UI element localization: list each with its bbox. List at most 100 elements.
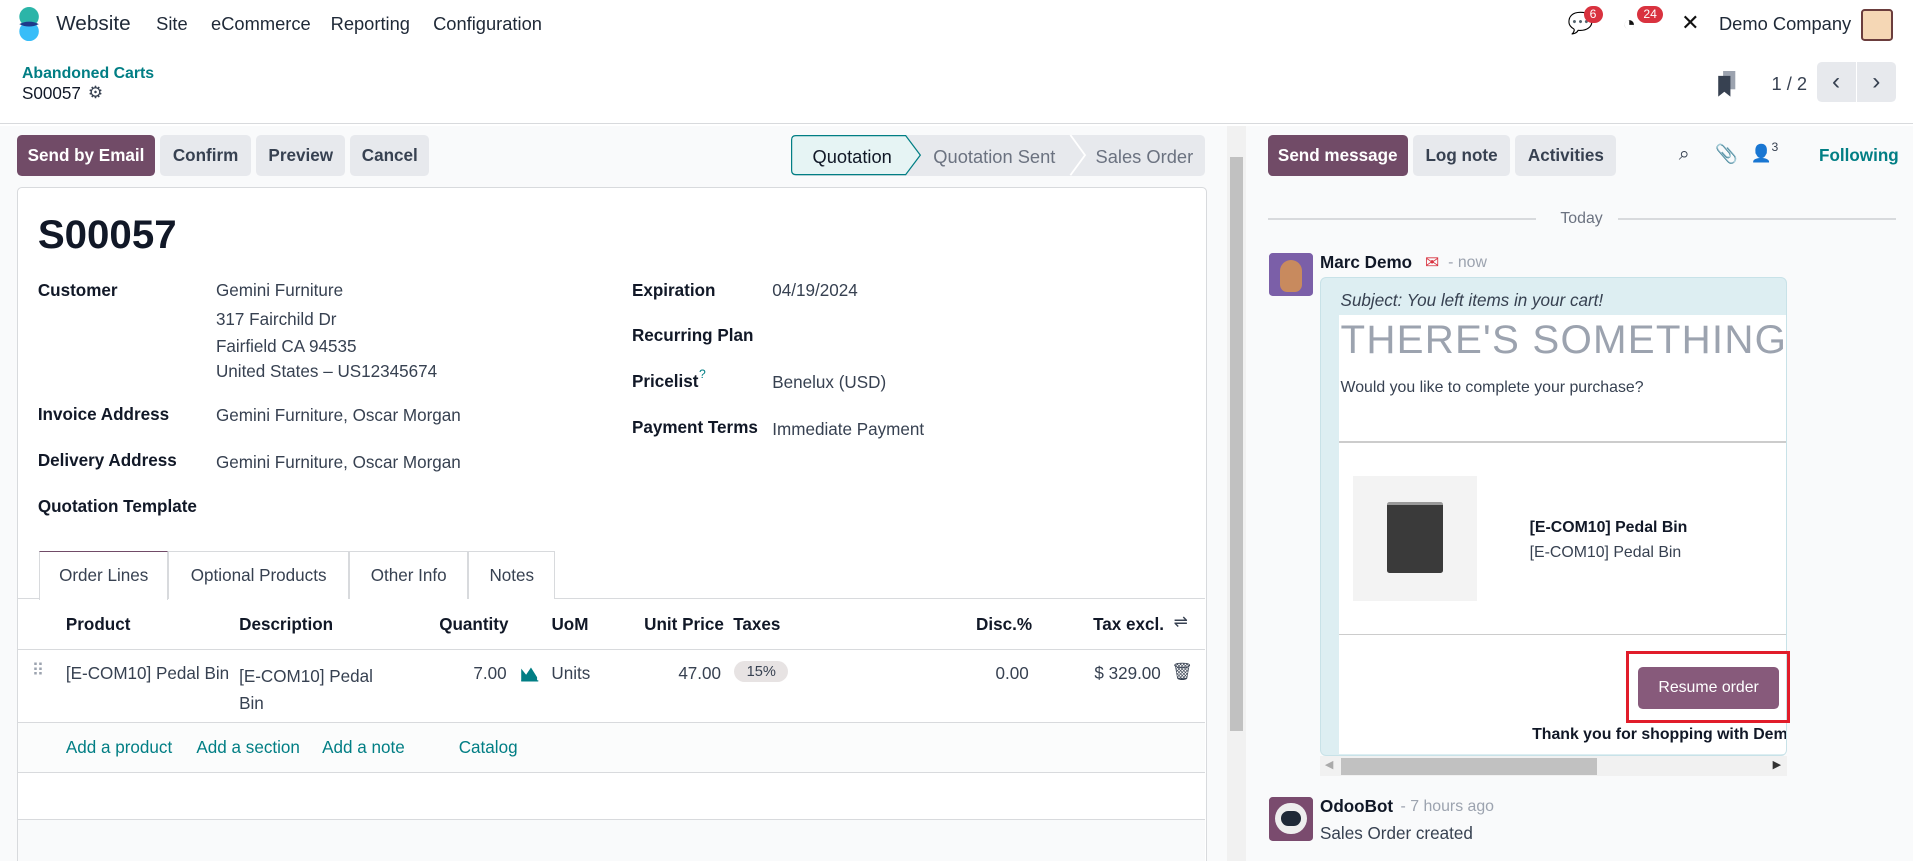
line-description[interactable]: [E-COM10] Pedal Bin xyxy=(239,664,385,718)
invoice-address-field[interactable]: Gemini Furniture, Oscar Morgan xyxy=(216,406,461,426)
gear-icon[interactable]: ⚙ xyxy=(88,83,103,103)
tab-other-info[interactable]: Other Info xyxy=(348,551,469,600)
tab-order-lines[interactable]: Order Lines xyxy=(39,551,169,601)
user-avatar[interactable] xyxy=(1860,8,1894,42)
payment-terms-label: Payment Terms xyxy=(631,418,758,438)
pager-value[interactable]: 1 / 2 xyxy=(1771,73,1807,95)
following-button[interactable]: Following xyxy=(1819,146,1899,166)
stage-quotation[interactable]: Quotation xyxy=(813,146,892,168)
menu-site[interactable]: Site xyxy=(156,13,188,35)
email-divider-2 xyxy=(1339,634,1787,636)
pricelist-help-icon[interactable]: ? xyxy=(699,367,706,381)
col-unit-price[interactable]: Unit Price xyxy=(644,615,724,635)
scrollbar-thumb[interactable] xyxy=(1229,157,1244,731)
col-description[interactable]: Description xyxy=(239,615,333,635)
line-product[interactable]: [E-COM10] Pedal Bin xyxy=(66,664,229,684)
email-subject: Subject: You left items in your cart! xyxy=(1340,291,1604,311)
resume-order-button[interactable]: Resume order xyxy=(1638,667,1779,709)
tab-optional-products[interactable]: Optional Products xyxy=(168,551,349,600)
line-quantity[interactable]: 7.00 xyxy=(473,664,506,684)
paperclip-icon[interactable]: 📎 xyxy=(1715,143,1738,165)
customer-country: United States – US12345674 xyxy=(215,362,438,382)
statusbar: Quotation Quotation Sent Sales Order xyxy=(790,135,1206,176)
forecast-chart-icon[interactable] xyxy=(520,665,540,682)
search-icon[interactable]: ⌕ xyxy=(1679,143,1690,166)
col-product[interactable]: Product xyxy=(66,615,131,635)
app-name[interactable]: Website xyxy=(56,12,131,36)
tab-notes[interactable]: Notes xyxy=(468,551,556,600)
email-product-name: [E-COM10] Pedal Bin xyxy=(1529,519,1688,537)
company-switcher[interactable]: Demo Company xyxy=(1719,13,1851,35)
h-scrollbar-thumb[interactable] xyxy=(1340,757,1597,775)
confirm-button[interactable]: Confirm xyxy=(159,135,252,176)
odoobot-message: Sales Order created xyxy=(1320,823,1473,843)
expiration-label: Expiration xyxy=(631,280,716,300)
message-time: - now xyxy=(1448,253,1487,271)
menu-ecommerce[interactable]: eCommerce xyxy=(211,13,311,35)
scroll-left-icon[interactable]: ◀ xyxy=(1325,758,1333,771)
log-note-button[interactable]: Log note xyxy=(1412,135,1511,176)
add-section-link[interactable]: Add a section xyxy=(196,738,300,758)
record-name: S00057 xyxy=(21,84,81,104)
add-product-link[interactable]: Add a product xyxy=(66,738,172,758)
menu-reporting[interactable]: Reporting xyxy=(331,13,410,35)
followers-icon[interactable]: 👤 xyxy=(1751,144,1772,164)
odoobot-time: - 7 hours ago xyxy=(1400,797,1494,815)
customer-street: 317 Fairchild Dr xyxy=(215,309,337,329)
stage-sales-order[interactable]: Sales Order xyxy=(1096,146,1194,168)
activities-button[interactable]: Activities xyxy=(1515,135,1617,176)
email-intro: Would you like to complete your purchase… xyxy=(1340,379,1644,397)
clock-icon[interactable]: ◔ xyxy=(1623,11,1636,37)
quotation-template-field[interactable] xyxy=(216,492,582,521)
message-author[interactable]: Marc Demo xyxy=(1320,253,1412,273)
website-app-icon[interactable] xyxy=(12,7,46,42)
add-note-link[interactable]: Add a note xyxy=(322,738,405,758)
delivery-address-field[interactable]: Gemini Furniture, Oscar Morgan xyxy=(216,453,461,473)
send-message-button[interactable]: Send message xyxy=(1267,135,1408,176)
line-discount[interactable]: 0.00 xyxy=(996,664,1029,684)
col-subtotal[interactable]: Tax excl. xyxy=(1093,615,1164,635)
add-line-divider xyxy=(18,772,1206,774)
recurring-plan-field[interactable] xyxy=(772,321,1175,350)
divider-left xyxy=(1267,218,1536,220)
odoobot-avatar[interactable] xyxy=(1268,796,1313,841)
customer-city: Fairfield CA 94535 xyxy=(215,336,357,356)
tax-badge[interactable]: 15% xyxy=(734,661,789,683)
drag-handle-icon[interactable]: ⠿ xyxy=(32,661,45,681)
customer-name[interactable]: Gemini Furniture xyxy=(216,281,343,301)
trash-icon[interactable]: 🗑 xyxy=(1171,662,1193,682)
optional-columns-icon[interactable]: ⇌ xyxy=(1174,612,1188,632)
col-quantity[interactable]: Quantity xyxy=(439,615,508,635)
expiration-field[interactable]: 04/19/2024 xyxy=(772,281,857,301)
tools-icon[interactable]: ✕ xyxy=(1681,10,1699,36)
email-h-scrollbar[interactable]: ◀ ▶ xyxy=(1320,756,1788,776)
stage-quotation-sent[interactable]: Quotation Sent xyxy=(933,146,1055,168)
pricelist-field[interactable]: Benelux (USD) xyxy=(772,373,886,393)
marc-demo-avatar[interactable] xyxy=(1268,252,1313,297)
preview-button[interactable]: Preview xyxy=(256,135,346,176)
breadcrumb-abandoned-carts[interactable]: Abandoned Carts xyxy=(22,65,154,83)
catalog-link[interactable]: Catalog xyxy=(459,738,518,758)
menu-configuration[interactable]: Configuration xyxy=(433,13,542,35)
col-taxes[interactable]: Taxes xyxy=(733,615,780,635)
line-unit-price[interactable]: 47.00 xyxy=(678,664,721,684)
line-uom[interactable]: Units xyxy=(551,664,590,684)
pager-previous-button[interactable]: ‹ xyxy=(1816,62,1856,103)
email-heading: THERE'S SOMETHING IN xyxy=(1340,316,1788,362)
envelope-icon: ✉ xyxy=(1424,252,1440,272)
customer-label: Customer xyxy=(37,280,118,300)
col-discount[interactable]: Disc.% xyxy=(976,615,1032,635)
delivery-address-label: Delivery Address xyxy=(37,451,177,471)
cancel-button[interactable]: Cancel xyxy=(350,135,430,176)
odoobot-author[interactable]: OdooBot xyxy=(1320,797,1393,817)
table-row[interactable]: ⠿ [E-COM10] Pedal Bin [E-COM10] Pedal Bi… xyxy=(18,650,1205,722)
control-panel: Abandoned Carts S00057 ⚙ 1 / 2 ‹ › xyxy=(0,48,1913,125)
quotation-template-label: Quotation Template xyxy=(37,496,197,516)
pager-next-button[interactable]: › xyxy=(1856,62,1896,103)
form-scrollbar[interactable] xyxy=(1227,125,1246,861)
bookmark-icon[interactable] xyxy=(1717,70,1737,98)
payment-terms-field[interactable]: Immediate Payment xyxy=(772,420,924,440)
send-by-email-button[interactable]: Send by Email xyxy=(17,135,155,176)
scroll-right-icon[interactable]: ▶ xyxy=(1773,758,1781,771)
col-uom[interactable]: UoM xyxy=(551,615,588,635)
